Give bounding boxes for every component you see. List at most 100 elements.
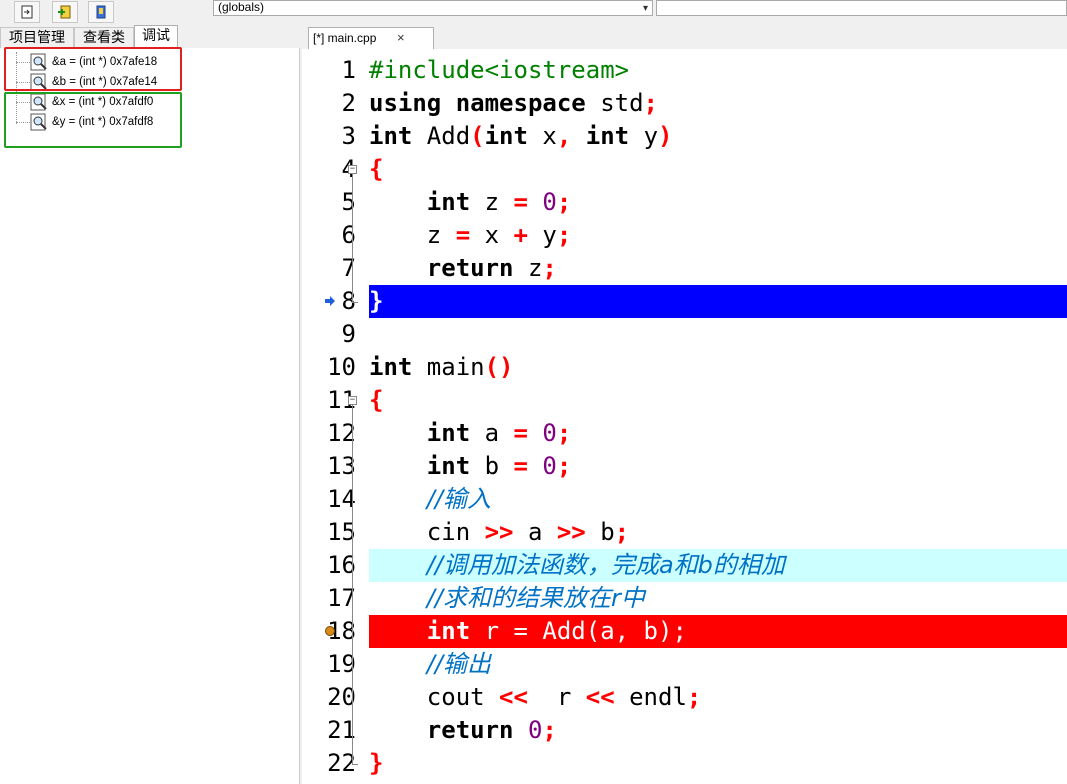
line-number: 22 (327, 749, 356, 777)
code-line[interactable]: //输出 (369, 648, 1067, 681)
close-icon[interactable]: × (397, 28, 405, 48)
highlight-box-green (4, 92, 182, 148)
line-number: 12 (327, 419, 356, 447)
code-token: x (470, 221, 514, 249)
code-token: << (499, 683, 528, 711)
code-token: cin (369, 518, 485, 546)
tab-project[interactable]: 项目管理 (0, 27, 74, 48)
execution-arrow-icon (325, 296, 335, 306)
code-token: std (585, 89, 644, 117)
line-number: 16 (327, 551, 356, 579)
tab-main-cpp[interactable]: [*] main.cpp × (308, 27, 434, 49)
code-line[interactable]: //输入 (369, 483, 1067, 516)
chevron-down-icon: ▾ (642, 3, 648, 14)
code-token: return (426, 254, 514, 282)
code-token: } (369, 749, 384, 777)
function-combo[interactable] (656, 0, 1067, 16)
code-line[interactable]: //求和的结果放在r中 (369, 582, 1067, 615)
code-token: int (426, 617, 471, 645)
code-token: x (527, 122, 557, 150)
step-into-button[interactable] (14, 1, 40, 23)
code-token: 0 (527, 716, 543, 744)
fold-end (352, 302, 358, 303)
code-line[interactable]: int a = 0; (369, 417, 1067, 450)
code-line[interactable]: int main() (369, 351, 1067, 384)
line-number: 17 (327, 584, 356, 612)
code-line[interactable]: return 0; (369, 714, 1067, 747)
code-token: } (369, 287, 384, 315)
code-line[interactable]: { (369, 384, 1067, 417)
code-line[interactable]: #include<iostream> (369, 54, 1067, 87)
code-token: //调用加法函数，完成a和b的相加 (426, 551, 785, 579)
code-line[interactable]: { (369, 153, 1067, 186)
fold-toggle-icon[interactable]: − (348, 165, 357, 174)
code-token: y (629, 122, 659, 150)
code-line[interactable] (369, 318, 1067, 351)
line-number: 1 (341, 56, 356, 84)
add-watch-icon (58, 5, 71, 19)
code-token: >> (484, 518, 514, 546)
scope-combo[interactable]: (globals) ▾ (213, 0, 653, 16)
code-token: int (369, 353, 413, 381)
code-line[interactable]: //调用加法函数，完成a和b的相加 (369, 549, 1067, 582)
code-line[interactable]: } (369, 747, 1067, 780)
fold-toggle-icon[interactable]: − (348, 396, 357, 405)
tab-debug[interactable]: 调试 (134, 25, 178, 48)
line-number: 2 (341, 89, 356, 117)
code-token: ; (614, 518, 630, 546)
code-token: cout (369, 683, 500, 711)
code-token: endl (614, 683, 687, 711)
code-token: >> (556, 518, 586, 546)
code-line[interactable]: z = x + y; (369, 219, 1067, 252)
code-token: a (513, 518, 557, 546)
code-token: 0 (542, 188, 557, 216)
code-editor[interactable]: 12345678910111213141516171819202122 #inc… (302, 49, 1067, 784)
code-line[interactable]: int r = Add(a, b); (369, 615, 1067, 648)
code-line[interactable]: return z; (369, 252, 1067, 285)
code-token: ; (556, 221, 572, 249)
step-into-icon (21, 5, 33, 19)
line-number: 14 (327, 485, 356, 513)
code-token: b (470, 452, 514, 480)
tab-classes[interactable]: 查看类 (74, 27, 134, 48)
code-token: ; (556, 452, 572, 480)
toolbar: (globals) ▾ (0, 0, 1067, 26)
add-watch-button[interactable] (52, 1, 78, 23)
code-token: int (484, 122, 528, 150)
breakpoint-icon[interactable] (324, 625, 336, 637)
code-line[interactable]: } (369, 285, 1067, 318)
code-token: r = Add(a, b); (470, 617, 687, 645)
code-token: b (585, 518, 615, 546)
code-token: y (527, 221, 557, 249)
code-token: a (470, 419, 514, 447)
code-line[interactable]: cin >> a >> b; (369, 516, 1067, 549)
line-number: 10 (327, 353, 356, 381)
code-line[interactable]: int z = 0; (369, 186, 1067, 219)
code-token: ( (470, 122, 485, 150)
code-token: using (369, 89, 442, 117)
code-token: { (369, 155, 384, 183)
code-token: , (556, 122, 572, 150)
code-token: = (513, 419, 528, 447)
line-number: 20 (327, 683, 356, 711)
bookmark-button[interactable] (88, 1, 114, 23)
code-line[interactable]: int Add(int x, int y) (369, 120, 1067, 153)
code-line[interactable]: using namespace std; (369, 87, 1067, 120)
code-token: //输入 (426, 485, 491, 513)
line-number: 9 (341, 320, 356, 348)
code-token: = (513, 452, 528, 480)
editor-tab-bar: [*] main.cpp × (302, 27, 1067, 49)
code-line[interactable]: cout << r << endl; (369, 681, 1067, 714)
code-token: z (470, 188, 514, 216)
line-number: 6 (341, 221, 356, 249)
code-line[interactable]: int b = 0; (369, 450, 1067, 483)
code-token: = (455, 221, 471, 249)
